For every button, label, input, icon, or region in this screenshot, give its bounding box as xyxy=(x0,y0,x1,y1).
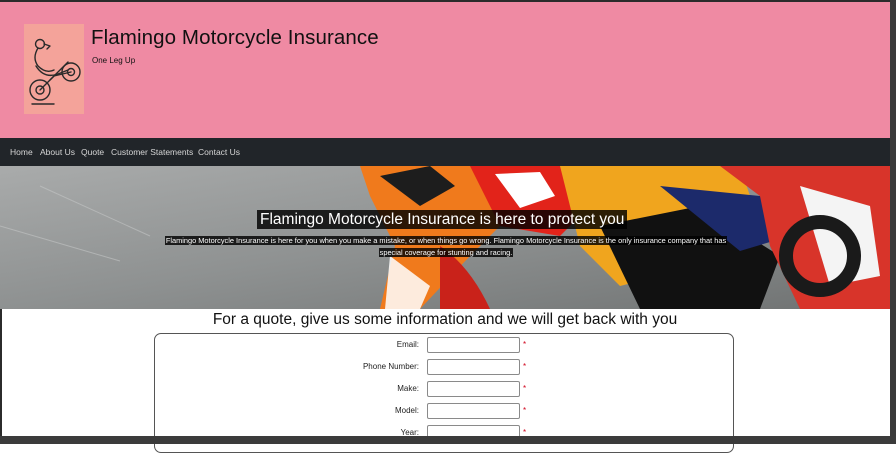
required-marker: * xyxy=(523,406,527,415)
phone-number-label: Phone Number: xyxy=(362,362,419,371)
nav-link-customer-statements[interactable]: Customer Statements xyxy=(111,147,193,157)
nav-link-quote[interactable]: Quote xyxy=(81,147,104,157)
required-marker: * xyxy=(523,362,527,371)
quote-form: Email: * Phone Number: * Make: * Model: … xyxy=(154,333,734,453)
hero-banner: Flamingo Motorcycle Insurance is here to… xyxy=(0,166,890,309)
hero-description-line-2: special coverage for stunting and racing… xyxy=(378,248,514,257)
nav-link-home[interactable]: Home xyxy=(10,147,33,157)
email-field[interactable] xyxy=(427,337,520,353)
required-marker: * xyxy=(523,340,527,349)
phone-number-row: Phone Number: * xyxy=(155,359,735,375)
model-row: Model: * xyxy=(155,403,735,419)
email-row: Email: * xyxy=(155,337,735,353)
quote-heading: For a quote, give us some information an… xyxy=(212,311,678,328)
make-label: Make: xyxy=(397,384,419,393)
vertical-scrollbar[interactable] xyxy=(890,0,896,444)
hero-title: Flamingo Motorcycle Insurance is here to… xyxy=(257,210,628,229)
model-field[interactable] xyxy=(427,403,520,419)
model-label: Model: xyxy=(394,406,419,415)
window-bottom-border xyxy=(0,436,896,444)
hero-description: Flamingo Motorcycle Insurance is here fo… xyxy=(136,235,756,259)
email-label: Email: xyxy=(396,340,419,349)
site-header: Flamingo Motorcycle Insurance One Leg Up xyxy=(0,2,890,138)
nav-link-contact-us[interactable]: Contact Us xyxy=(198,147,240,157)
hero-description-line-1: Flamingo Motorcycle Insurance is here fo… xyxy=(164,236,728,245)
main-navigation: Home About Us Quote Customer Statements … xyxy=(0,138,890,166)
make-field[interactable] xyxy=(427,381,520,397)
site-tagline: One Leg Up xyxy=(92,56,136,65)
nav-link-about-us[interactable]: About Us xyxy=(40,147,75,157)
phone-number-field[interactable] xyxy=(427,359,520,375)
site-title: Flamingo Motorcycle Insurance xyxy=(91,26,379,49)
required-marker: * xyxy=(523,384,527,393)
flamingo-motorcycle-logo-icon xyxy=(24,24,84,114)
make-row: Make: * xyxy=(155,381,735,397)
